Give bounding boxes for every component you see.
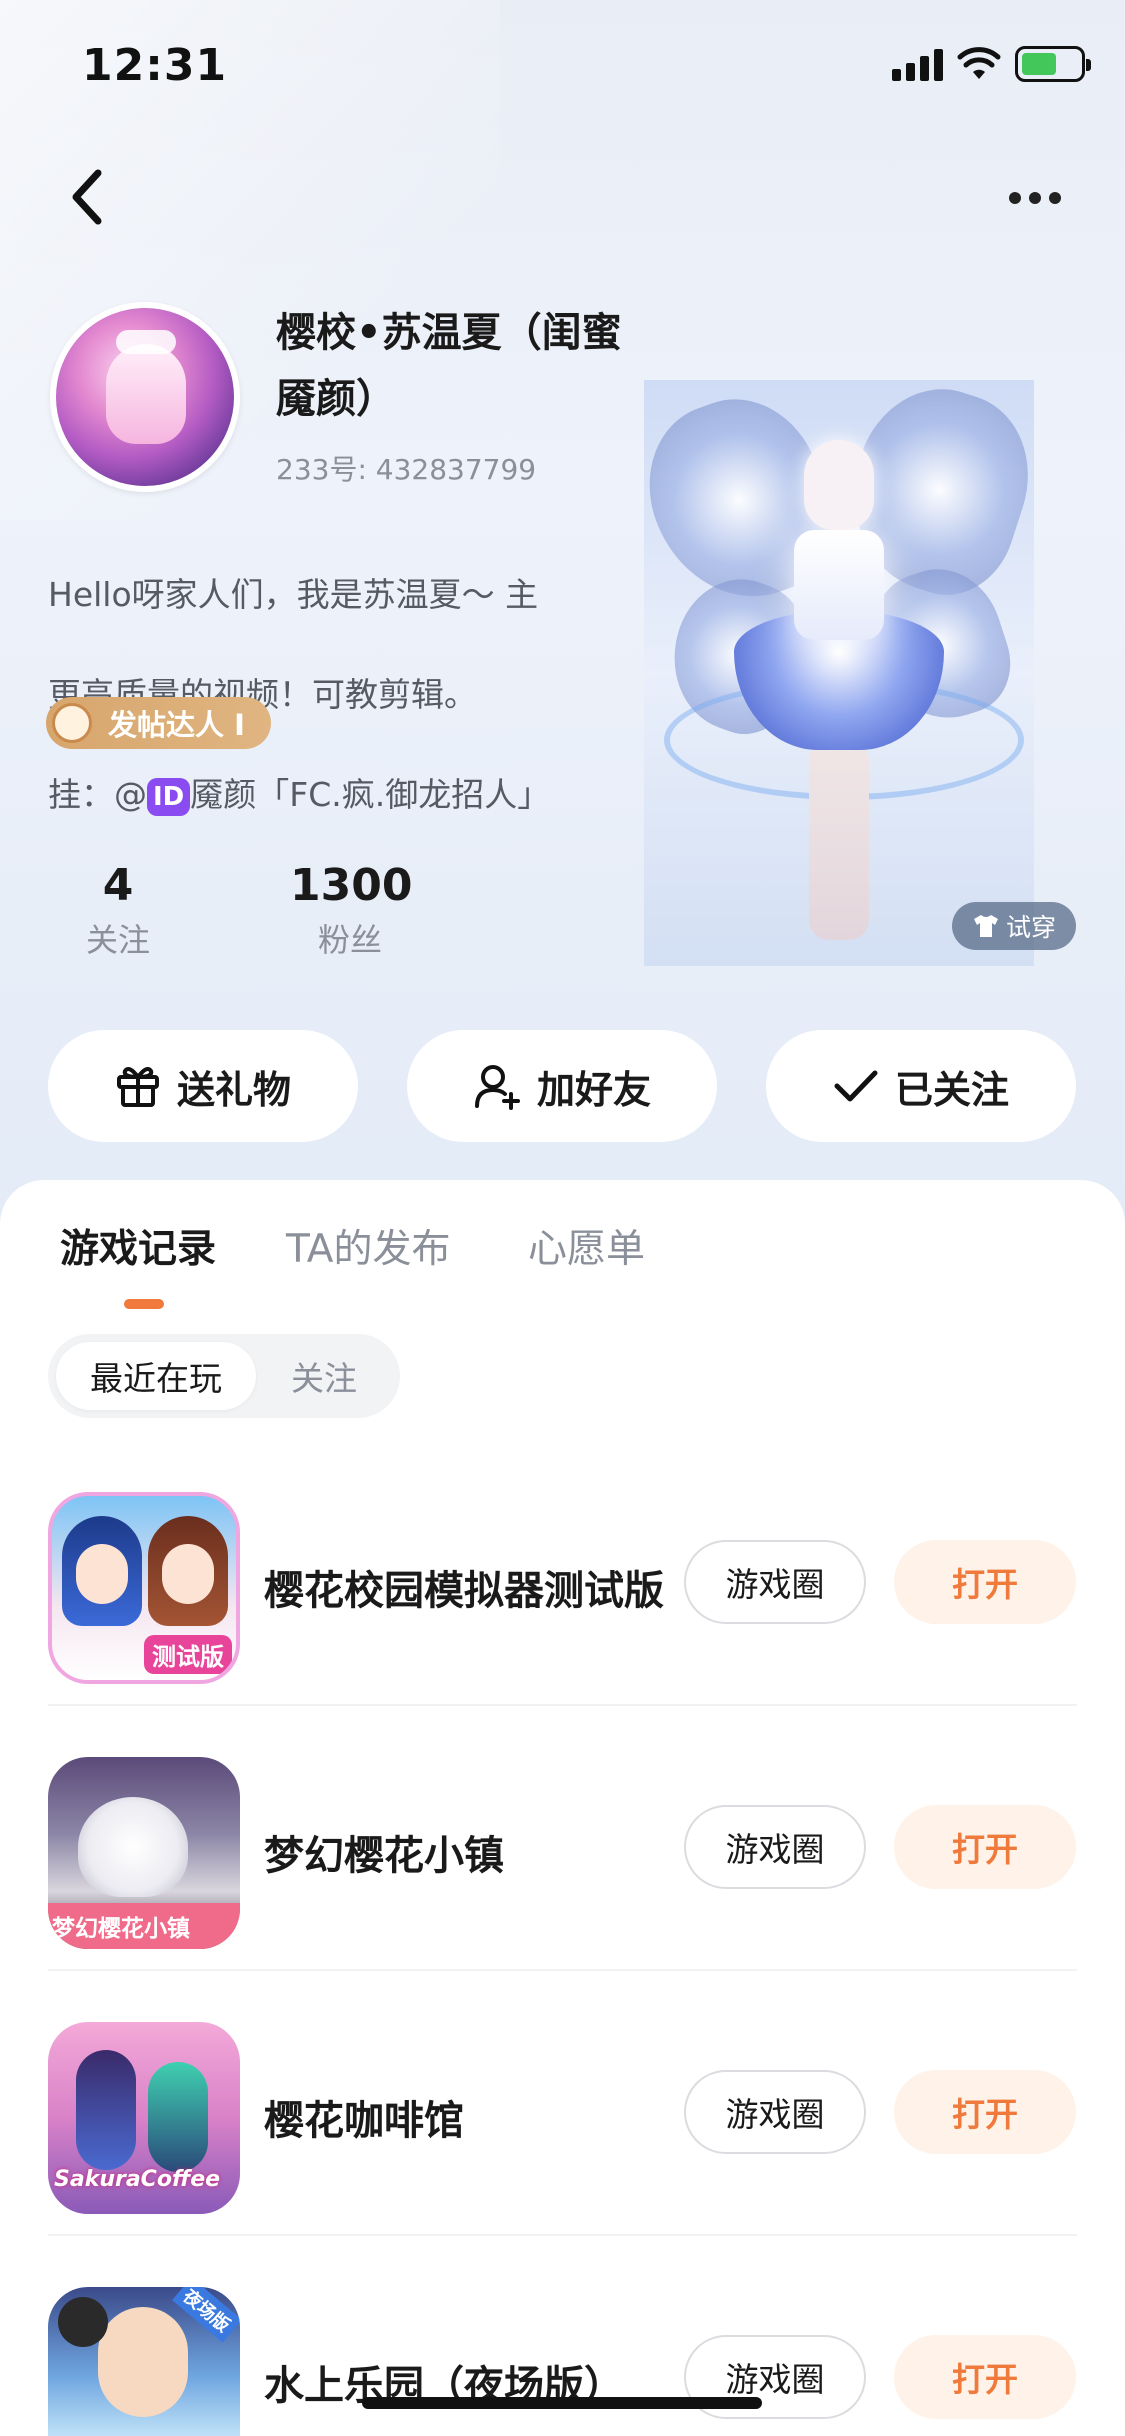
back-button[interactable] <box>56 162 116 232</box>
open-game-button[interactable]: 打开 <box>894 1805 1076 1889</box>
checkmark-icon <box>834 1070 878 1102</box>
bio-line: 挂：@ ID 魇颜「FC.疯.御龙招人」 <box>48 770 608 820</box>
game-icon-label: 测试版 <box>144 1635 232 1674</box>
following-count: 4 <box>102 860 134 911</box>
following-stat[interactable]: 4 关注 <box>70 860 166 961</box>
status-icons <box>892 46 1091 82</box>
game-icon-label: 梦幻樱花小镇 <box>52 1916 190 1942</box>
achievement-medal-icon <box>52 703 92 743</box>
achievement-badge[interactable]: 发帖达人 I <box>46 697 271 749</box>
id-badge-icon: ID <box>147 777 191 816</box>
open-game-button[interactable]: 打开 <box>894 2070 1076 2154</box>
tab-game-records[interactable]: 游戏记录 <box>60 1218 216 1274</box>
game-icon-label: SakuraCoffee <box>54 2167 221 2192</box>
followers-stat[interactable]: 1300 粉丝 <box>290 860 413 961</box>
game-icon-sakura-cafe[interactable]: SakuraCoffee <box>48 2022 240 2214</box>
game-title: 樱花校园模拟器测试版 <box>264 1568 664 1614</box>
try-on-button[interactable]: 试穿 <box>952 902 1076 950</box>
followed-button[interactable]: 已关注 <box>766 1030 1076 1142</box>
game-icon-water-park[interactable]: 夜场版 <box>48 2287 240 2436</box>
try-on-label: 试穿 <box>1005 913 1056 942</box>
home-indicator <box>362 2397 762 2409</box>
bio-line: Hello呀家人们，我是苏温夏～ 主 <box>48 575 539 614</box>
gift-icon <box>116 1067 159 1107</box>
bio: Hello呀家人们，我是苏温夏～ 主 更高质量的视频！可教剪辑。 挂：@ ID 魇颜… <box>48 520 608 870</box>
game-circle-button[interactable]: 游戏圈 <box>684 2070 866 2154</box>
game-icon-sakura-school[interactable]: 测试版 <box>48 1492 240 1684</box>
send-gift-button[interactable]: 送礼物 <box>48 1030 358 1142</box>
more-options-button[interactable] <box>995 170 1075 226</box>
cellular-signal-icon <box>892 47 943 81</box>
game-list-item[interactable]: SakuraCoffee 樱花咖啡馆 游戏圈 打开 <box>0 1970 1125 2236</box>
following-label: 关注 <box>85 921 150 959</box>
followers-label: 粉丝 <box>317 921 382 959</box>
more-dots-icon <box>1009 192 1021 204</box>
shirt-icon <box>973 915 998 937</box>
segment-recent[interactable]: 最近在玩 <box>56 1342 256 1410</box>
open-game-button[interactable]: 打开 <box>894 1540 1076 1624</box>
character-figure[interactable] <box>644 380 1034 966</box>
chevron-left-icon <box>72 169 102 225</box>
tab-posts[interactable]: TA的发布 <box>286 1218 450 1274</box>
achievement-label: 发帖达人 I <box>108 708 245 742</box>
followers-count: 1300 <box>290 860 413 911</box>
wifi-icon <box>957 47 1001 79</box>
tab-wishlist[interactable]: 心愿单 <box>528 1218 645 1274</box>
user-name: 樱校•苏温夏（闺蜜魇颜） <box>276 310 622 422</box>
followed-label: 已关注 <box>894 1067 1009 1112</box>
add-friend-button[interactable]: 加好友 <box>407 1030 717 1142</box>
bio-mention-prefix: 挂：@ <box>48 775 147 814</box>
active-tab-indicator <box>124 1299 164 1309</box>
add-friend-label: 加好友 <box>536 1067 651 1112</box>
game-circle-button[interactable]: 游戏圈 <box>684 1540 866 1624</box>
segment-control: 最近在玩 关注 <box>48 1334 400 1418</box>
status-bar: 12:31 <box>0 0 1125 140</box>
segment-follow[interactable]: 关注 <box>256 1342 392 1410</box>
game-icon-dream-sakura-town[interactable]: 梦幻樱花小镇 <box>48 1757 240 1949</box>
bio-mention-link[interactable]: 魇颜「FC.疯.御龙招人」 <box>190 775 550 814</box>
game-circle-button[interactable]: 游戏圈 <box>684 1805 866 1889</box>
add-user-icon <box>474 1065 520 1110</box>
battery-icon <box>1015 46 1091 82</box>
status-time: 12:31 <box>82 40 228 91</box>
avatar[interactable] <box>50 302 240 492</box>
game-title: 樱花咖啡馆 <box>264 2098 464 2144</box>
send-gift-label: 送礼物 <box>176 1067 291 1112</box>
open-game-button[interactable]: 打开 <box>894 2335 1076 2419</box>
game-list-item[interactable]: 测试版 樱花校园模拟器测试版 游戏圈 打开 <box>0 1440 1125 1706</box>
game-title: 梦幻樱花小镇 <box>264 1833 504 1879</box>
game-list-item[interactable]: 梦幻樱花小镇 梦幻樱花小镇 游戏圈 打开 <box>0 1705 1125 1971</box>
user-id: 233号: 432837799 <box>276 453 537 486</box>
